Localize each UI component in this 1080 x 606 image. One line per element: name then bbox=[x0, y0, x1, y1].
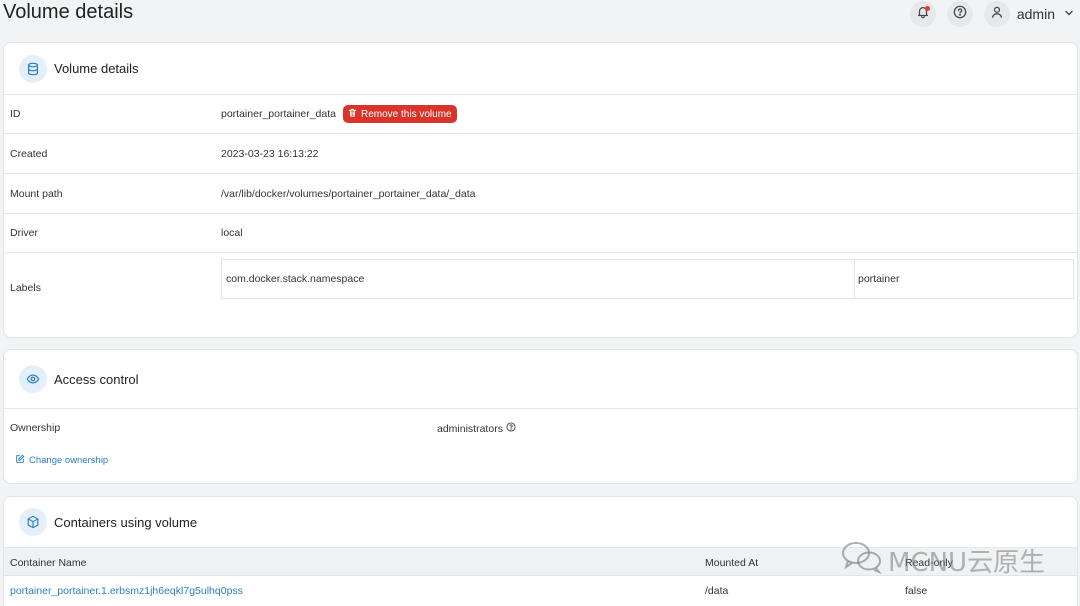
change-ownership-link[interactable]: Change ownership bbox=[15, 454, 108, 467]
card-title: Access control bbox=[54, 371, 139, 387]
id-value: portainer_portainer_data bbox=[221, 108, 336, 120]
created-value: 2023-03-23 16:13:22 bbox=[221, 147, 319, 160]
id-label: ID bbox=[10, 108, 21, 120]
wechat-logo-icon bbox=[840, 540, 888, 581]
mount-path-row: Mount path /var/lib/docker/volumes/porta… bbox=[4, 174, 1077, 214]
chevron-down-icon bbox=[1064, 5, 1074, 23]
created-row: Created 2023-03-23 16:13:22 bbox=[4, 134, 1077, 174]
user-menu[interactable]: admin bbox=[983, 1, 1074, 27]
ownership-row: Ownership administrators Change ownershi… bbox=[4, 409, 1077, 466]
column-header-name[interactable]: Container Name bbox=[10, 557, 86, 569]
trash-icon bbox=[348, 108, 361, 120]
notifications-button[interactable] bbox=[909, 1, 936, 27]
help-icon[interactable] bbox=[503, 422, 516, 435]
user-icon bbox=[990, 5, 1004, 24]
card-title: Containers using volume bbox=[54, 514, 198, 530]
id-row: ID portainer_portainer_data Remove this … bbox=[4, 95, 1077, 134]
column-header-mounted-at[interactable]: Mounted At bbox=[705, 557, 758, 569]
box-icon bbox=[19, 508, 47, 536]
created-label: Created bbox=[10, 147, 48, 160]
id-value-group: portainer_portainer_data Remove this vol… bbox=[221, 105, 457, 123]
user-avatar bbox=[983, 1, 1010, 27]
database-icon bbox=[19, 54, 47, 83]
user-name: admin bbox=[1016, 6, 1055, 22]
labels-label: Labels bbox=[10, 282, 41, 294]
mounted-at-value: /data bbox=[705, 585, 729, 597]
card-title: Volume details bbox=[54, 61, 139, 76]
ownership-label: Ownership bbox=[10, 422, 61, 434]
edit-icon bbox=[15, 454, 29, 467]
help-icon bbox=[953, 5, 967, 24]
watermark: MCNU云原生 bbox=[840, 540, 1060, 580]
top-actions: admin bbox=[909, 0, 1074, 28]
volume-details-card: Volume details ID portainer_portainer_da… bbox=[3, 42, 1078, 338]
driver-label: Driver bbox=[10, 227, 38, 239]
container-name-link[interactable]: portainer_portainer.1.erbsmz1jh6eqkl7g5u… bbox=[10, 585, 243, 597]
eye-icon bbox=[19, 365, 47, 393]
label-value: portainer bbox=[858, 273, 900, 285]
remove-volume-button[interactable]: Remove this volume bbox=[343, 105, 457, 123]
page-title: Volume details bbox=[3, 1, 134, 23]
access-control-card: Access control Ownership administrators … bbox=[3, 349, 1078, 484]
notification-dot bbox=[924, 6, 930, 11]
help-button[interactable] bbox=[946, 1, 973, 27]
mount-path-label: Mount path bbox=[10, 187, 63, 200]
volume-details-header: Volume details bbox=[4, 43, 1077, 95]
top-bar: Volume details admin bbox=[0, 0, 1080, 30]
driver-value: local bbox=[221, 227, 243, 239]
watermark-text: MCNU云原生 bbox=[888, 547, 1046, 578]
labels-table: com.docker.stack.namespace portainer bbox=[221, 259, 1074, 299]
access-control-header: Access control bbox=[4, 350, 1077, 409]
remove-volume-label: Remove this volume bbox=[361, 108, 452, 120]
mount-path-value: /var/lib/docker/volumes/portainer_portai… bbox=[221, 187, 476, 200]
label-key: com.docker.stack.namespace bbox=[222, 260, 855, 298]
ownership-value-group: administrators bbox=[437, 422, 516, 435]
labels-row: Labels com.docker.stack.namespace portai… bbox=[4, 253, 1077, 337]
table-row: portainer_portainer.1.erbsmz1jh6eqkl7g5u… bbox=[4, 576, 1077, 606]
ownership-value: administrators bbox=[437, 422, 503, 435]
driver-row: Driver local bbox=[4, 214, 1077, 253]
read-only-value: false bbox=[905, 585, 928, 597]
change-ownership-label: Change ownership bbox=[29, 455, 109, 466]
